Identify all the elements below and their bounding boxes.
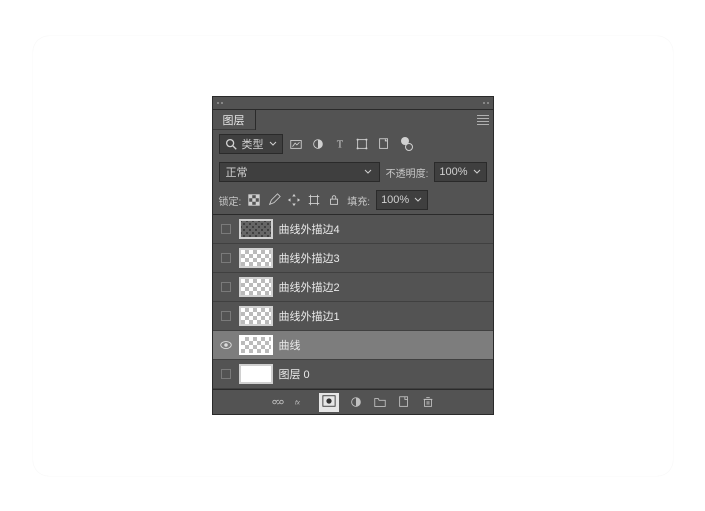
drag-dots-right-icon[interactable] (483, 102, 489, 104)
chevron-down-icon (413, 196, 423, 204)
blend-mode-select[interactable]: 正常 (219, 162, 380, 182)
panel-menu-icon[interactable] (473, 110, 493, 130)
fill-label: 填充: (347, 193, 370, 208)
layer-name[interactable]: 曲线 (279, 337, 301, 353)
layer-thumbnail[interactable] (239, 219, 273, 239)
delete-layer-icon[interactable] (421, 395, 435, 409)
lock-row: 锁定: 填充: 100% (213, 186, 493, 214)
search-icon (224, 137, 238, 151)
layer-name[interactable]: 曲线外描边2 (279, 279, 340, 295)
layer-row[interactable]: 曲线外描边3 (213, 244, 493, 273)
filter-toggle-icon[interactable] (399, 137, 413, 151)
blend-row: 正常 不透明度: 100% (213, 158, 493, 186)
new-group-icon[interactable] (373, 395, 387, 409)
filter-pixel-icon[interactable] (289, 137, 303, 151)
opacity-value: 100% (439, 166, 467, 178)
opacity-field[interactable]: 100% (434, 162, 486, 182)
lock-all-icon[interactable] (327, 193, 341, 207)
layer-row[interactable]: 曲线 (213, 331, 493, 360)
visibility-toggle[interactable] (219, 251, 233, 265)
layer-row[interactable]: 曲线外描边2 (213, 273, 493, 302)
layer-thumbnail[interactable] (239, 364, 273, 384)
visibility-toggle[interactable] (219, 338, 233, 352)
layers-panel: 图层 类型 T 正常 不透明度: 100% (212, 96, 494, 415)
layer-row[interactable]: 曲线外描边4 (213, 215, 493, 244)
lock-brush-icon[interactable] (267, 193, 281, 207)
fill-field[interactable]: 100% (376, 190, 428, 210)
svg-text:T: T (336, 140, 343, 151)
lock-label: 锁定: (219, 193, 242, 208)
visibility-toggle[interactable] (219, 280, 233, 294)
opacity-label: 不透明度: (386, 165, 429, 180)
layer-name[interactable]: 曲线外描边1 (279, 308, 340, 324)
layer-row[interactable]: 曲线外描边1 (213, 302, 493, 331)
filter-kind-label: 类型 (242, 136, 264, 152)
tab-layers[interactable]: 图层 (213, 110, 256, 130)
lock-position-icon[interactable] (287, 193, 301, 207)
visibility-toggle[interactable] (219, 367, 233, 381)
chevron-down-icon (472, 168, 482, 176)
chevron-down-icon (268, 140, 278, 148)
layer-name[interactable]: 曲线外描边3 (279, 250, 340, 266)
layer-thumbnail[interactable] (239, 306, 273, 326)
layer-name[interactable]: 曲线外描边4 (279, 221, 340, 237)
svg-text:fx: fx (295, 399, 301, 406)
layer-thumbnail[interactable] (239, 335, 273, 355)
filter-shape-icon[interactable] (355, 137, 369, 151)
layer-name[interactable]: 图层 0 (279, 366, 310, 382)
chevron-down-icon (363, 168, 373, 176)
lock-transparency-icon[interactable] (247, 193, 261, 207)
layer-thumbnail[interactable] (239, 248, 273, 268)
filter-text-icon[interactable]: T (333, 137, 347, 151)
layer-thumbnail[interactable] (239, 277, 273, 297)
new-layer-icon[interactable] (397, 395, 411, 409)
drag-dots-left-icon[interactable] (217, 102, 223, 104)
layers-list: 曲线外描边4 曲线外描边3 曲线外描边2 曲线外描边1 曲线图层 0 (213, 214, 493, 389)
lock-artboard-icon[interactable] (307, 193, 321, 207)
fill-value: 100% (381, 194, 409, 206)
adjustment-layer-icon[interactable] (349, 395, 363, 409)
filter-smart-icon[interactable] (377, 137, 391, 151)
layer-row[interactable]: 图层 0 (213, 360, 493, 389)
filter-row: 类型 T (213, 130, 493, 158)
visibility-toggle[interactable] (219, 222, 233, 236)
blend-mode-value: 正常 (226, 164, 248, 180)
filter-type-buttons: T (289, 137, 413, 151)
link-layers-icon[interactable] (271, 395, 285, 409)
panel-bottom-bar: fx (213, 389, 493, 414)
filter-kind-select[interactable]: 类型 (219, 134, 283, 154)
filter-adjust-icon[interactable] (311, 137, 325, 151)
panel-titlebar (213, 97, 493, 110)
add-mask-icon[interactable] (319, 393, 339, 412)
visibility-toggle[interactable] (219, 309, 233, 323)
panel-tabbar: 图层 (213, 110, 493, 130)
fx-icon[interactable]: fx (295, 395, 309, 409)
